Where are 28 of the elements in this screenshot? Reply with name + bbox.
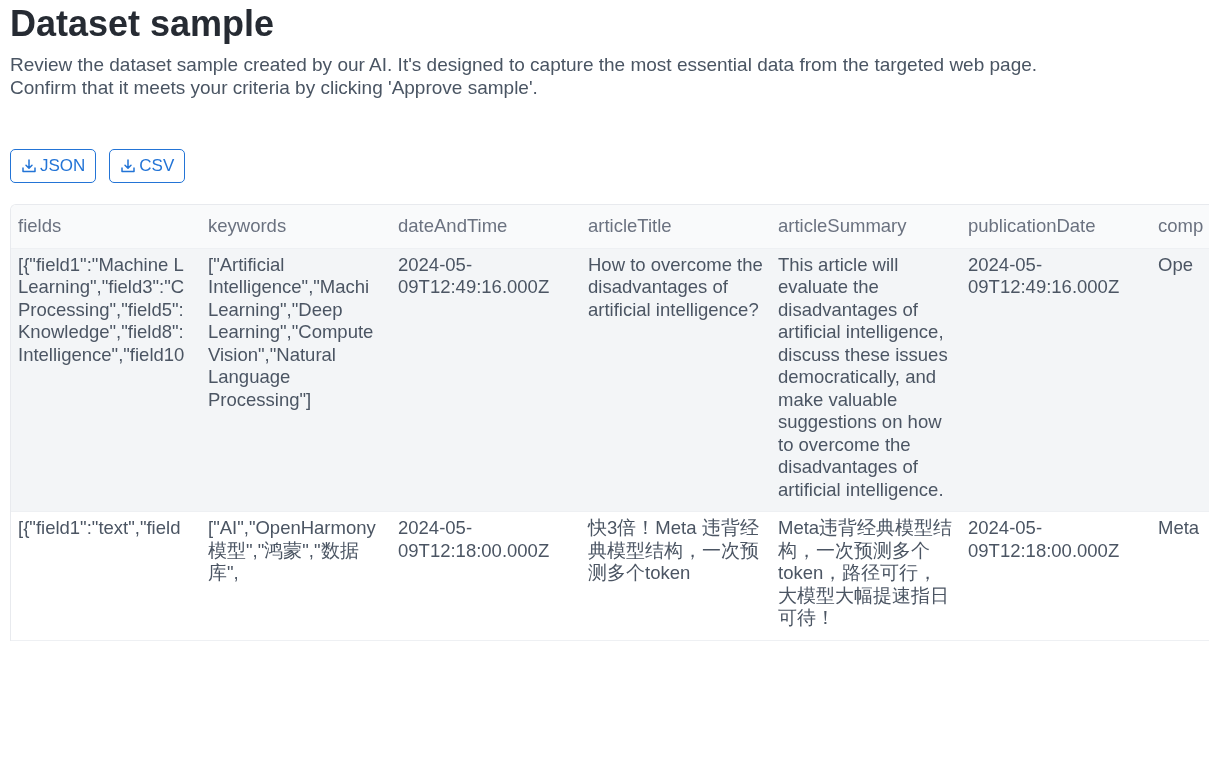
table-cell-text: This article will evaluate the disadvantages of artificial intelligence, discuss these issues democratically, and make valuable suggestions on how to overcome the disadvantages of artificial intelligence.	[778, 253, 949, 501]
table-cell: [{"field1":"Machine L Learning","field3":"C Processing","field5": Knowledge","field8": Intelligence","field10	[18, 253, 185, 366]
column-header: articleSummary	[778, 215, 907, 238]
table-cell-text: Meta违背经典模型结构，一次预测多个token，路径可行，大模型大幅提速指日可待！	[778, 517, 954, 630]
table-cell-text: How to overcome the disadvantages of artificial intelligence?	[588, 253, 764, 321]
table-cell-text: 2024-05-09T12:49:16.000Z	[968, 253, 1121, 299]
description-text: Confirm that it meets your criteria by clicking 'Approve sample'.	[10, 76, 538, 99]
column-header: publicationDate	[968, 215, 1096, 238]
table-cell: ["Artificial Intelligence","Machi Learning","Deep Learning","Compute Vision","Natural Language Processing"]	[208, 253, 374, 411]
column-header: dateAndTime	[398, 215, 508, 238]
page-title: Dataset sample	[10, 2, 275, 46]
download-button[interactable]: JSON	[10, 149, 97, 183]
column-header: comp	[1158, 215, 1204, 238]
table-cell: [{"field1":"text","field	[18, 517, 181, 540]
download-icon	[22, 159, 36, 173]
table-cell: Ope	[1158, 253, 1193, 276]
column-header: articleTitle	[588, 215, 672, 238]
table-cell-text: 2024-05-09T12:18:00.000Z	[968, 517, 1121, 562]
column-header: fields	[18, 215, 62, 238]
table-cell-text: 2024-05-09T12:18:00.000Z	[398, 517, 551, 562]
download-icon	[121, 159, 136, 173]
table-cell-text: ["AI","OpenHarmony 模型","鸿蒙","数据库",	[208, 517, 377, 585]
table-cell-text: 2024-05-09T12:49:16.000Z	[398, 253, 551, 299]
table-cell: Meta	[1158, 517, 1200, 540]
description-text: Review the dataset sample created by our AI. It's designed to capture the most essential data from the targeted web page.	[10, 53, 1038, 76]
download-button[interactable]: CSV	[109, 149, 186, 183]
table-cell-text: 快3倍！Meta 违背经典模型结构，一次预测多个token	[588, 517, 760, 585]
column-header: keywords	[208, 215, 287, 238]
